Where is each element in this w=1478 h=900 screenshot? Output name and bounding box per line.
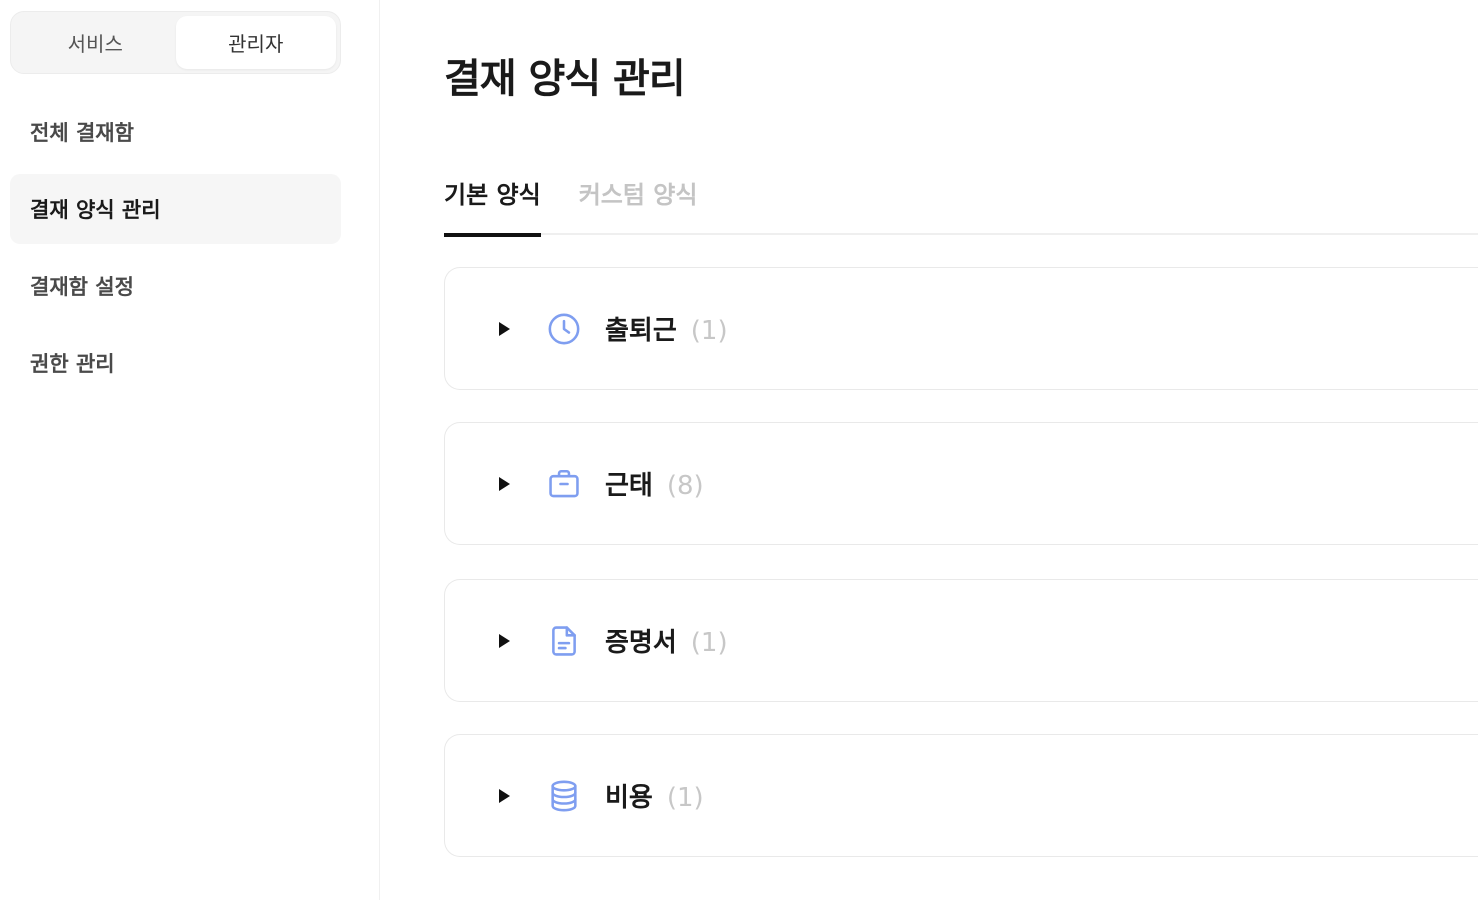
group-name: 비용 bbox=[605, 783, 653, 813]
sidebar-item-inbox-settings[interactable]: 결재함 설정 bbox=[10, 251, 341, 321]
briefcase-icon bbox=[547, 467, 581, 501]
group-label: 근태 (8) bbox=[605, 465, 704, 502]
database-icon bbox=[547, 779, 581, 813]
form-group-expense[interactable]: 비용 (1) bbox=[444, 734, 1478, 857]
group-count: (1) bbox=[690, 316, 728, 346]
expand-caret-icon[interactable] bbox=[499, 321, 510, 336]
form-group-commute[interactable]: 출퇴근 (1) bbox=[444, 267, 1478, 390]
mode-toggle: 서비스 관리자 bbox=[10, 11, 341, 74]
group-label: 출퇴근 (1) bbox=[605, 310, 728, 347]
form-tabs: 기본 양식 커스텀 양식 bbox=[444, 160, 1478, 237]
group-name: 근태 bbox=[605, 471, 653, 501]
sidebar-item-all-approvals[interactable]: 전체 결재함 bbox=[10, 97, 341, 167]
group-count: (8) bbox=[666, 471, 704, 501]
group-count: (1) bbox=[690, 628, 728, 658]
clock-icon bbox=[547, 312, 581, 346]
main-content: 결재 양식 관리 기본 양식 커스텀 양식 출퇴근 (1) 근태 (8) 증명서… bbox=[444, 0, 1478, 900]
group-name: 증명서 bbox=[605, 628, 677, 658]
expand-caret-icon[interactable] bbox=[499, 788, 510, 803]
group-label: 증명서 (1) bbox=[605, 622, 728, 659]
app-root: 서비스 관리자 전체 결재함 결재 양식 관리 결재함 설정 권한 관리 결재 … bbox=[0, 0, 1478, 900]
form-group-attendance[interactable]: 근태 (8) bbox=[444, 422, 1478, 545]
group-count: (1) bbox=[666, 783, 704, 813]
expand-caret-icon[interactable] bbox=[499, 476, 510, 491]
tab-default-forms[interactable]: 기본 양식 bbox=[444, 160, 541, 237]
group-name: 출퇴근 bbox=[605, 316, 677, 346]
sidebar-item-form-management[interactable]: 결재 양식 관리 bbox=[10, 174, 341, 244]
page-title: 결재 양식 관리 bbox=[444, 56, 686, 102]
form-group-certificate[interactable]: 증명서 (1) bbox=[444, 579, 1478, 702]
group-label: 비용 (1) bbox=[605, 777, 704, 814]
tab-custom-forms[interactable]: 커스텀 양식 bbox=[579, 160, 698, 235]
sidebar-item-permissions[interactable]: 권한 관리 bbox=[10, 328, 341, 398]
service-mode-button[interactable]: 서비스 bbox=[15, 16, 176, 69]
sidebar-nav: 전체 결재함 결재 양식 관리 결재함 설정 권한 관리 bbox=[10, 97, 341, 405]
document-icon bbox=[547, 624, 581, 658]
admin-mode-button[interactable]: 관리자 bbox=[175, 16, 336, 69]
expand-caret-icon[interactable] bbox=[499, 633, 510, 648]
sidebar: 서비스 관리자 전체 결재함 결재 양식 관리 결재함 설정 권한 관리 bbox=[0, 0, 380, 900]
